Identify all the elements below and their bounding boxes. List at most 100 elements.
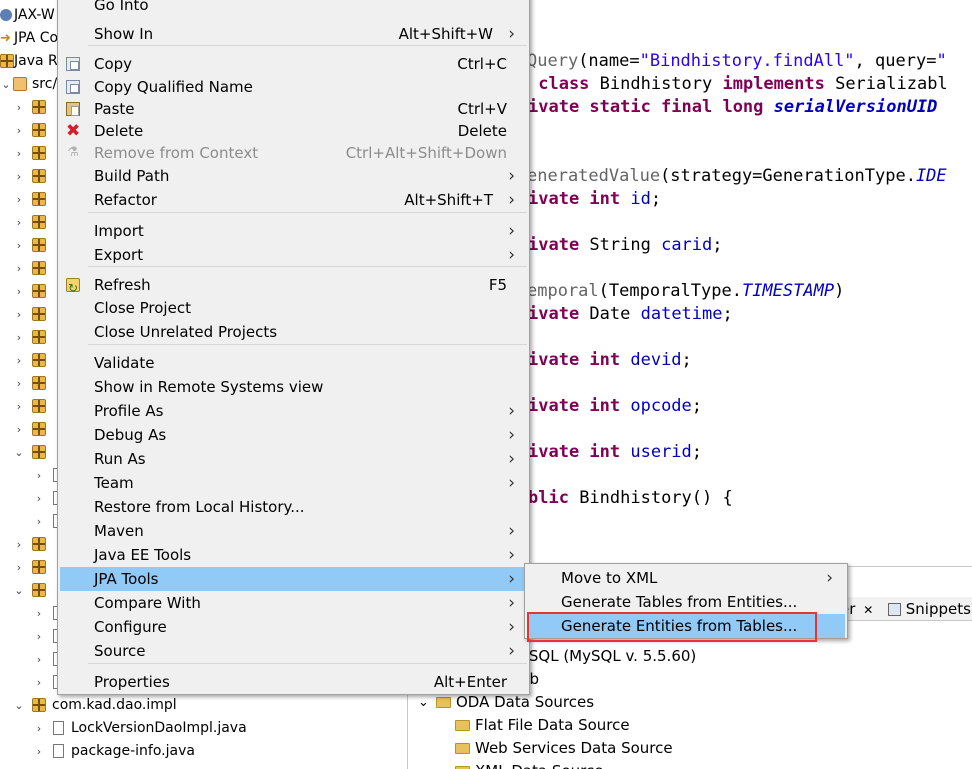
tree-item-package[interactable]: › [0,372,60,395]
menu-item-delete[interactable]: ✖ Delete Delete [60,119,527,143]
submenu-item-move-to-xml[interactable]: Move to XML › [527,566,845,590]
tree-item-package[interactable]: › [0,142,60,165]
menu-item-import[interactable]: Import › [60,219,527,243]
menu-item-build-path[interactable]: Build Path › [60,164,527,188]
tree-item-package[interactable]: ⌄ [0,441,60,464]
chevron-right-icon[interactable]: › [33,464,45,487]
tree-item-package[interactable]: › [0,326,60,349]
tab-snippets[interactable]: Snippets [888,597,971,621]
menu-item-label: Generate Entities from Tables... [561,617,798,635]
chevron-right-icon[interactable]: › [13,556,25,579]
package-icon [32,261,46,275]
submenu-item-generate-tables-from-entities[interactable]: Generate Tables from Entities... [527,590,845,614]
tree-item-flat-file[interactable]: Flat File Data Source [455,714,755,737]
chevron-right-icon[interactable]: › [13,119,25,142]
tree-item-file[interactable]: › [0,648,64,671]
chevron-down-icon[interactable]: ⌄ [13,579,25,602]
chevron-right-icon[interactable]: › [33,487,45,510]
menu-item-paste[interactable]: Paste Ctrl+V [60,97,527,121]
chevron-right-icon[interactable]: › [33,625,45,648]
tree-item-file[interactable]: › [0,671,64,694]
menu-item-copy-qualified-name[interactable]: Copy Qualified Name [60,75,527,99]
menu-item-debug-as[interactable]: Debug As › [60,423,527,447]
tree-item-package[interactable]: › [0,533,60,556]
tree-item-package[interactable]: › [0,188,60,211]
tree-item-package[interactable]: › [0,211,60,234]
menu-item-show-in[interactable]: Show In Alt+Shift+W › [60,22,527,46]
tree-item-package[interactable]: › [0,280,60,303]
menu-item-restore-from-local-history[interactable]: Restore from Local History... [60,495,527,519]
menu-item-jpa-tools[interactable]: JPA Tools › [60,567,527,591]
chevron-right-icon[interactable]: › [13,533,25,556]
tree-item-package[interactable]: › [0,349,60,372]
menu-item-configure[interactable]: Configure › [60,615,527,639]
chevron-right-icon[interactable]: › [13,211,25,234]
chevron-down-icon[interactable]: ⌄ [13,441,25,464]
chevron-right-icon[interactable]: › [33,648,45,671]
menu-item-run-as[interactable]: Run As › [60,447,527,471]
tree-item-package-dao-impl[interactable]: ⌄ com.kad.dao.impl [0,694,390,717]
menu-item-java-ee-tools[interactable]: Java EE Tools › [60,543,527,567]
menu-item-close-project[interactable]: Close Project [60,296,527,320]
tree-item-package[interactable]: › [0,165,60,188]
menu-item-maven[interactable]: Maven › [60,519,527,543]
chevron-right-icon[interactable]: › [13,142,25,165]
chevron-right-icon[interactable]: › [13,96,25,119]
tree-item-package[interactable]: › [0,303,60,326]
tree-item-file[interactable]: › [0,625,64,648]
tree-item-xml[interactable]: XML Data Source [455,760,755,769]
menu-item-copy[interactable]: Copy Ctrl+C [60,52,527,76]
chevron-right-icon[interactable]: › [13,165,25,188]
menu-item-refresh[interactable]: Refresh F5 [60,273,527,300]
chevron-right-icon[interactable]: › [13,395,25,418]
menu-item-compare-with[interactable]: Compare With › [60,591,527,615]
chevron-right-icon[interactable]: › [13,349,25,372]
chevron-right-icon[interactable]: › [13,303,25,326]
tree-item-java-resources[interactable]: Java R [0,50,60,73]
menu-item-export[interactable]: Export › [60,243,527,267]
tree-item-package[interactable]: › [0,257,60,280]
chevron-right-icon[interactable]: › [13,326,25,349]
tree-item-file[interactable]: › [0,487,64,510]
chevron-right-icon[interactable]: › [13,234,25,257]
menu-item-go-into[interactable]: Go Into [60,0,527,17]
tree-item-package[interactable]: › [0,234,60,257]
menu-item-profile-as[interactable]: Profile As › [60,399,527,423]
menu-item-close-unrelated-projects[interactable]: Close Unrelated Projects [60,320,527,344]
tree-item-file-lockversion[interactable]: › LockVersionDaoImpl.java [0,717,390,740]
chevron-right-icon[interactable]: › [13,280,25,303]
close-icon[interactable]: ✕ [863,603,873,617]
chevron-right-icon: › [508,521,515,541]
code-token: ; [691,396,703,416]
chevron-right-icon[interactable]: › [13,418,25,441]
chevron-right-icon[interactable]: › [33,671,45,694]
tree-item-file[interactable]: › [0,510,64,533]
tree-item-file-package-info[interactable]: › package-info.java [0,740,390,763]
tree-item-package[interactable]: › [0,418,60,441]
chevron-right-icon[interactable]: › [33,510,45,533]
chevron-right-icon[interactable]: › [13,372,25,395]
tree-item-jpa-content[interactable]: ➜ JPA Co [0,27,60,50]
tree-item-jax-ws[interactable]: JAX-W [0,4,60,27]
menu-item-show-in-remote-systems-view[interactable]: Show in Remote Systems view [60,375,527,399]
tree-item-src[interactable]: ⌄ src/ [0,73,60,96]
connection-mysql[interactable]: ySQL (MySQL v. 5.5.60) [520,645,696,668]
chevron-right-icon[interactable]: › [13,188,25,211]
tree-item-file[interactable]: › [0,464,64,487]
tree-item-file[interactable]: › [0,602,64,625]
chevron-right-icon[interactable]: › [13,257,25,280]
chevron-right-icon[interactable]: › [33,602,45,625]
menu-item-refactor[interactable]: Refactor Alt+Shift+T › [60,188,527,212]
menu-item-properties[interactable]: Properties Alt+Enter [60,670,527,694]
tree-item-package[interactable]: › [0,395,60,418]
menu-item-validate[interactable]: Validate [60,351,527,375]
menu-item-source[interactable]: Source › [60,639,527,663]
menu-item-label: Validate [94,354,155,372]
menu-item-team[interactable]: Team › [60,471,527,495]
tree-item-package[interactable]: › [0,96,60,119]
tree-item-package[interactable]: › [0,556,60,579]
tree-item-web-services[interactable]: Web Services Data Source [455,737,755,760]
tree-item-package[interactable]: ⌄ [0,579,60,602]
submenu-item-generate-entities-from-tables[interactable]: Generate Entities from Tables... [527,614,845,638]
tree-item-package[interactable]: › [0,119,60,142]
